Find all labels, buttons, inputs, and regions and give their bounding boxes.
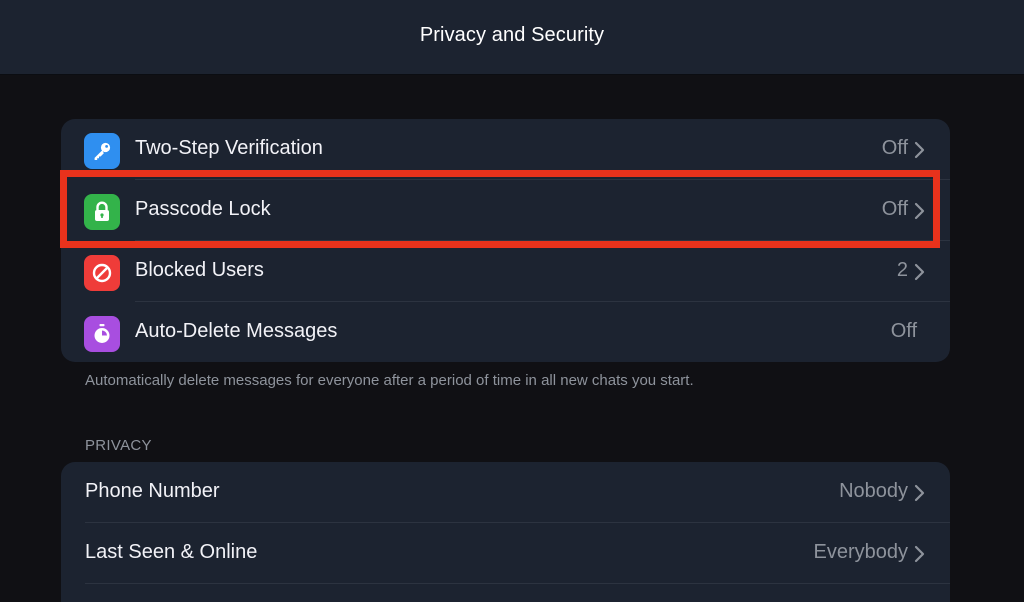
lock-icon — [84, 194, 120, 230]
auto-delete-messages-value: Off — [890, 320, 917, 342]
page-title: Privacy and Security — [419, 24, 605, 46]
phone-number-label: Phone Number — [85, 480, 220, 502]
block-icon — [84, 255, 120, 291]
last-seen-online-label: Last Seen & Online — [85, 541, 258, 563]
last-seen-online-value: Everybody — [813, 541, 909, 563]
security-group: Two-Step Verification Off Passcode Lock … — [61, 119, 950, 362]
nav-bar: Privacy and Security — [0, 0, 1024, 75]
auto-delete-messages-row[interactable]: Auto-Delete Messages Off — [61, 302, 950, 362]
blocked-users-count: 2 — [896, 259, 908, 281]
blocked-users-label: Blocked Users — [135, 259, 264, 281]
phone-number-row[interactable]: Phone Number Nobody — [61, 462, 950, 523]
two-step-verification-label: Two-Step Verification — [135, 137, 323, 159]
auto-delete-footnote: Automatically delete messages for everyo… — [85, 372, 694, 389]
chevron-right-icon — [914, 263, 925, 281]
passcode-lock-value: Off — [881, 198, 908, 220]
chevron-right-icon — [914, 141, 925, 159]
chevron-right-icon — [914, 484, 925, 502]
chevron-right-icon — [914, 202, 925, 220]
last-seen-online-row[interactable]: Last Seen & Online Everybody — [61, 523, 950, 584]
blocked-users-row[interactable]: Blocked Users 2 — [61, 241, 950, 302]
key-icon — [84, 133, 120, 169]
privacy-section-header: PRIVACY — [85, 437, 152, 454]
passcode-lock-row[interactable]: Passcode Lock Off — [61, 180, 950, 241]
two-step-verification-row[interactable]: Two-Step Verification Off — [61, 119, 950, 180]
row-divider — [85, 583, 950, 584]
phone-number-value: Nobody — [839, 480, 908, 502]
privacy-group: Phone Number Nobody Last Seen & Online E… — [61, 462, 950, 602]
timer-icon — [84, 316, 120, 352]
passcode-lock-label: Passcode Lock — [135, 198, 271, 220]
chevron-right-icon — [914, 545, 925, 563]
auto-delete-messages-label: Auto-Delete Messages — [135, 320, 338, 342]
two-step-verification-value: Off — [881, 137, 908, 159]
